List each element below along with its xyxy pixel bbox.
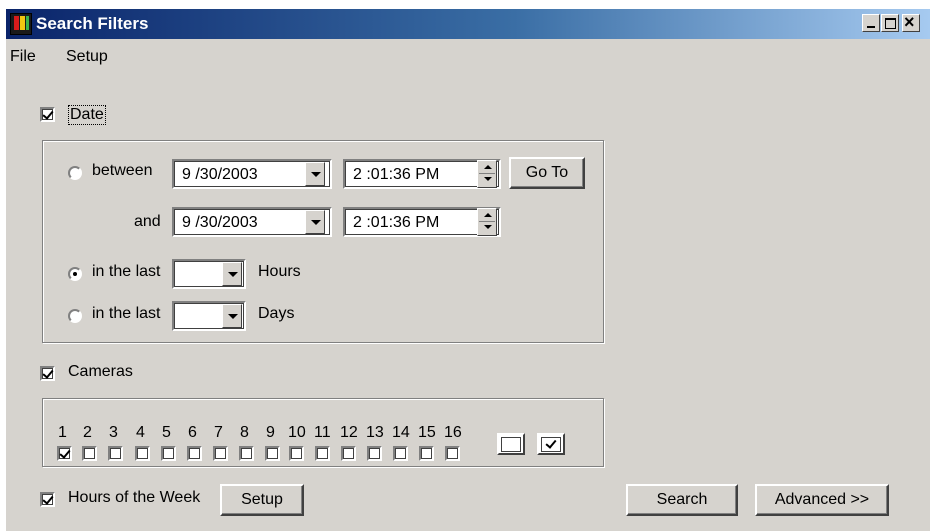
hours-dropdown-icon[interactable]	[222, 262, 242, 286]
camera-checkbox-1[interactable]	[57, 446, 72, 461]
camera-checkbox-14[interactable]	[393, 446, 408, 461]
camera-number-14: 14	[392, 424, 410, 441]
days-dropdown-icon[interactable]	[222, 304, 242, 328]
and-label: and	[134, 213, 161, 230]
camera-checkbox-7[interactable]	[213, 446, 228, 461]
camera-number-13: 13	[366, 424, 384, 441]
camera-checkbox-9[interactable]	[265, 446, 280, 461]
camera-number-3: 3	[109, 424, 118, 441]
camera-checkbox-16[interactable]	[445, 446, 460, 461]
camera-number-2: 2	[83, 424, 92, 441]
app-icon	[10, 13, 32, 35]
last-days-radio[interactable]	[68, 309, 82, 323]
title-bar: Search Filters	[6, 9, 930, 39]
camera-number-10: 10	[288, 424, 306, 441]
date-label: Date	[68, 105, 106, 125]
camera-number-9: 9	[266, 424, 275, 441]
camera-checkbox-13[interactable]	[367, 446, 382, 461]
end-date-dropdown-icon[interactable]	[305, 210, 325, 234]
close-icon[interactable]	[902, 12, 920, 33]
search-button[interactable]: Search	[626, 484, 738, 516]
date-checkbox[interactable]	[40, 107, 55, 122]
search-filters-window: Search Filters File Setup Date between 9…	[6, 9, 930, 531]
camera-checkbox-10[interactable]	[289, 446, 304, 461]
start-date-dropdown-icon[interactable]	[305, 162, 325, 186]
hours-of-week-label: Hours of the Week	[68, 489, 201, 506]
camera-number-5: 5	[162, 424, 171, 441]
clear-all-cameras-button[interactable]	[497, 433, 525, 455]
hours-unit-label: Hours	[258, 263, 301, 280]
last-days-label: in the last	[92, 305, 161, 322]
camera-checkbox-15[interactable]	[419, 446, 434, 461]
between-label: between	[92, 162, 153, 179]
days-unit-label: Days	[258, 305, 295, 322]
window-title: Search Filters	[36, 14, 149, 33]
end-time-spinner-icon[interactable]	[477, 208, 497, 236]
menu-bar: File Setup	[6, 45, 930, 69]
camera-checkbox-12[interactable]	[341, 446, 356, 461]
camera-checkbox-3[interactable]	[108, 446, 123, 461]
select-all-cameras-button[interactable]	[537, 433, 565, 455]
goto-button[interactable]: Go To	[509, 157, 585, 189]
hours-setup-button[interactable]: Setup	[220, 484, 304, 516]
camera-number-4: 4	[136, 424, 145, 441]
minimize-icon[interactable]	[862, 14, 880, 32]
camera-checkbox-11[interactable]	[315, 446, 330, 461]
camera-number-16: 16	[444, 424, 462, 441]
camera-number-15: 15	[418, 424, 436, 441]
camera-number-11: 11	[314, 424, 331, 441]
camera-number-7: 7	[214, 424, 223, 441]
hours-of-week-checkbox[interactable]	[40, 492, 55, 507]
camera-checkbox-5[interactable]	[161, 446, 176, 461]
menu-setup[interactable]: Setup	[66, 48, 108, 66]
last-hours-label: in the last	[92, 263, 161, 280]
camera-number-6: 6	[188, 424, 197, 441]
between-radio[interactable]	[68, 166, 82, 180]
advanced-button[interactable]: Advanced >>	[755, 484, 889, 516]
camera-checkbox-6[interactable]	[187, 446, 202, 461]
cameras-checkbox[interactable]	[40, 366, 55, 381]
camera-number-12: 12	[340, 424, 358, 441]
start-time-spinner-icon[interactable]	[477, 160, 497, 188]
camera-checkbox-8[interactable]	[239, 446, 254, 461]
camera-number-1: 1	[58, 424, 67, 441]
camera-checkbox-2[interactable]	[82, 446, 97, 461]
camera-checkbox-4[interactable]	[135, 446, 150, 461]
camera-number-8: 8	[240, 424, 249, 441]
cameras-label: Cameras	[68, 363, 133, 380]
menu-file[interactable]: File	[10, 48, 36, 66]
maximize-icon[interactable]	[881, 14, 899, 32]
last-hours-radio[interactable]	[68, 267, 82, 281]
